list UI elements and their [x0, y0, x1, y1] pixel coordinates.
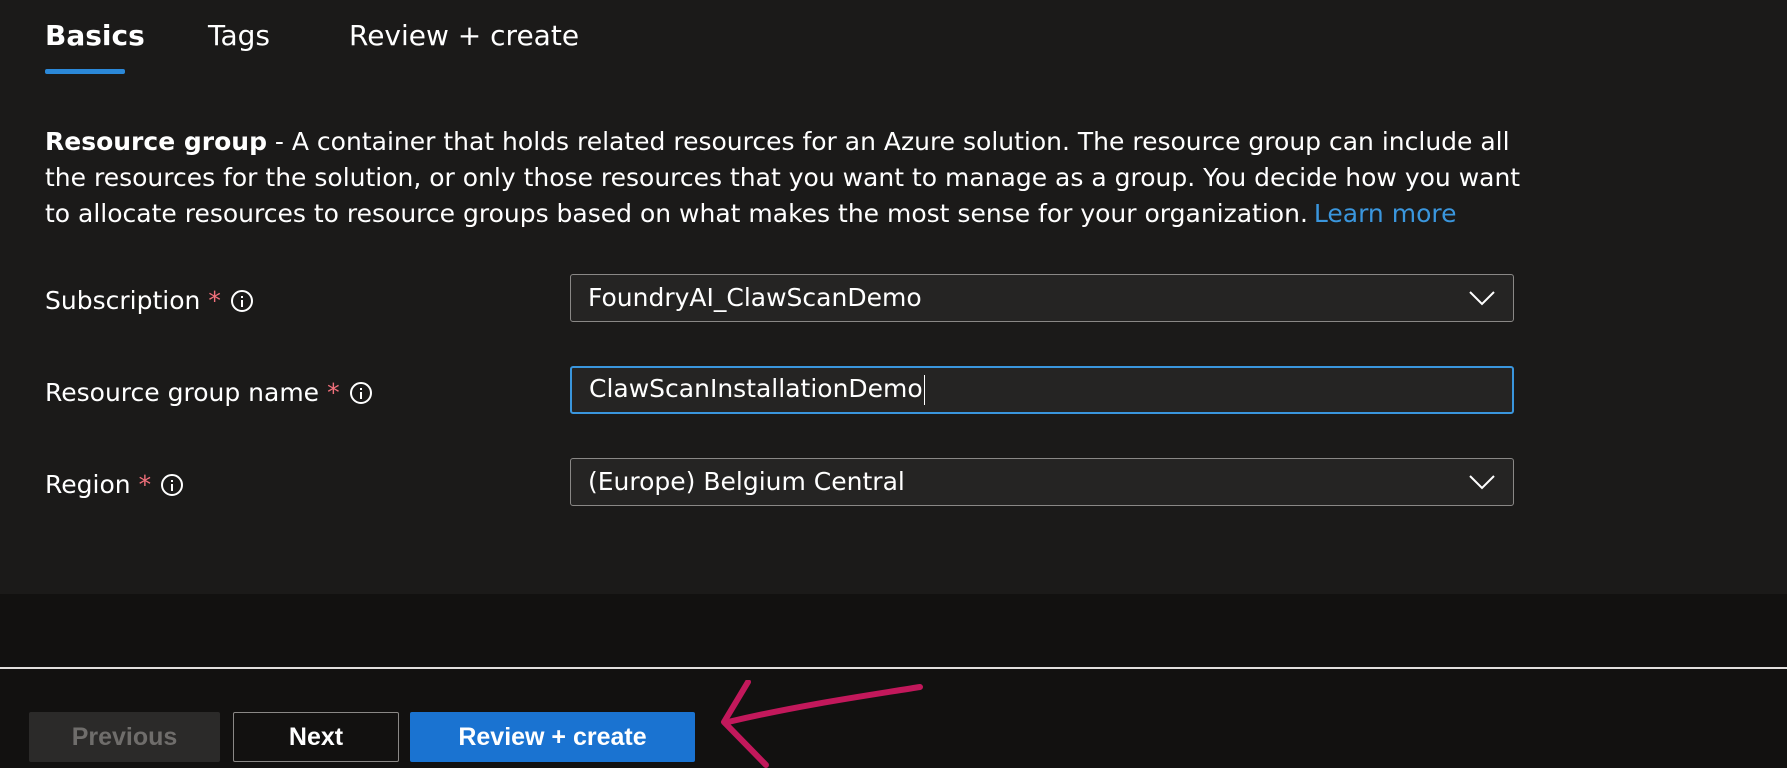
resource-group-name-label-group: Resource group name * — [45, 378, 372, 407]
tab-active-indicator — [45, 69, 125, 74]
resource-group-description: Resource group - A container that holds … — [45, 124, 1525, 232]
region-value: (Europe) Belgium Central — [588, 467, 905, 496]
previous-button[interactable]: Previous — [29, 712, 220, 762]
region-row: Region * (Europe) Belgium Central — [45, 458, 1515, 510]
description-title: Resource group — [45, 127, 267, 156]
tab-tags-label: Tags — [208, 19, 270, 52]
region-label-group: Region * — [45, 470, 184, 499]
tab-review-create-label: Review + create — [349, 19, 580, 52]
annotation-arrow-icon — [721, 680, 923, 768]
learn-more-link[interactable]: Learn more — [1314, 199, 1457, 228]
description-text: - A container that holds related resourc… — [45, 127, 1521, 228]
form-panel: Basics Tags Review + create Resource gro… — [0, 0, 1787, 594]
tab-basics[interactable]: Basics — [45, 14, 145, 74]
resource-group-name-row: Resource group name * ClawScanInstallati… — [45, 366, 1515, 418]
spacer — [0, 594, 1787, 667]
tab-basics-label: Basics — [45, 19, 145, 52]
subscription-row: Subscription * FoundryAI_ClawScanDemo — [45, 274, 1515, 326]
subscription-value: FoundryAI_ClawScanDemo — [588, 283, 922, 312]
resource-group-name-input[interactable]: ClawScanInstallationDemo — [570, 366, 1514, 414]
subscription-label: Subscription — [45, 286, 201, 315]
next-button[interactable]: Next — [233, 712, 399, 762]
required-marker: * — [208, 286, 221, 315]
create-resource-group-page: Basics Tags Review + create Resource gro… — [0, 0, 1787, 768]
resource-group-name-label: Resource group name — [45, 378, 320, 407]
tab-tags[interactable]: Tags — [208, 14, 270, 58]
info-icon[interactable] — [230, 289, 253, 312]
region-label: Region — [45, 470, 131, 499]
region-dropdown[interactable]: (Europe) Belgium Central — [570, 458, 1514, 506]
info-icon[interactable] — [161, 473, 184, 496]
info-icon[interactable] — [349, 381, 372, 404]
chevron-down-icon — [1469, 475, 1495, 490]
subscription-dropdown[interactable]: FoundryAI_ClawScanDemo — [570, 274, 1514, 322]
review-create-button[interactable]: Review + create — [410, 712, 695, 762]
required-marker: * — [327, 378, 340, 407]
text-cursor — [923, 375, 925, 405]
tab-review-create[interactable]: Review + create — [349, 14, 579, 58]
chevron-down-icon — [1469, 291, 1495, 306]
required-marker: * — [138, 470, 152, 499]
resource-group-name-value: ClawScanInstallationDemo — [589, 374, 923, 403]
subscription-label-group: Subscription * — [45, 286, 253, 315]
